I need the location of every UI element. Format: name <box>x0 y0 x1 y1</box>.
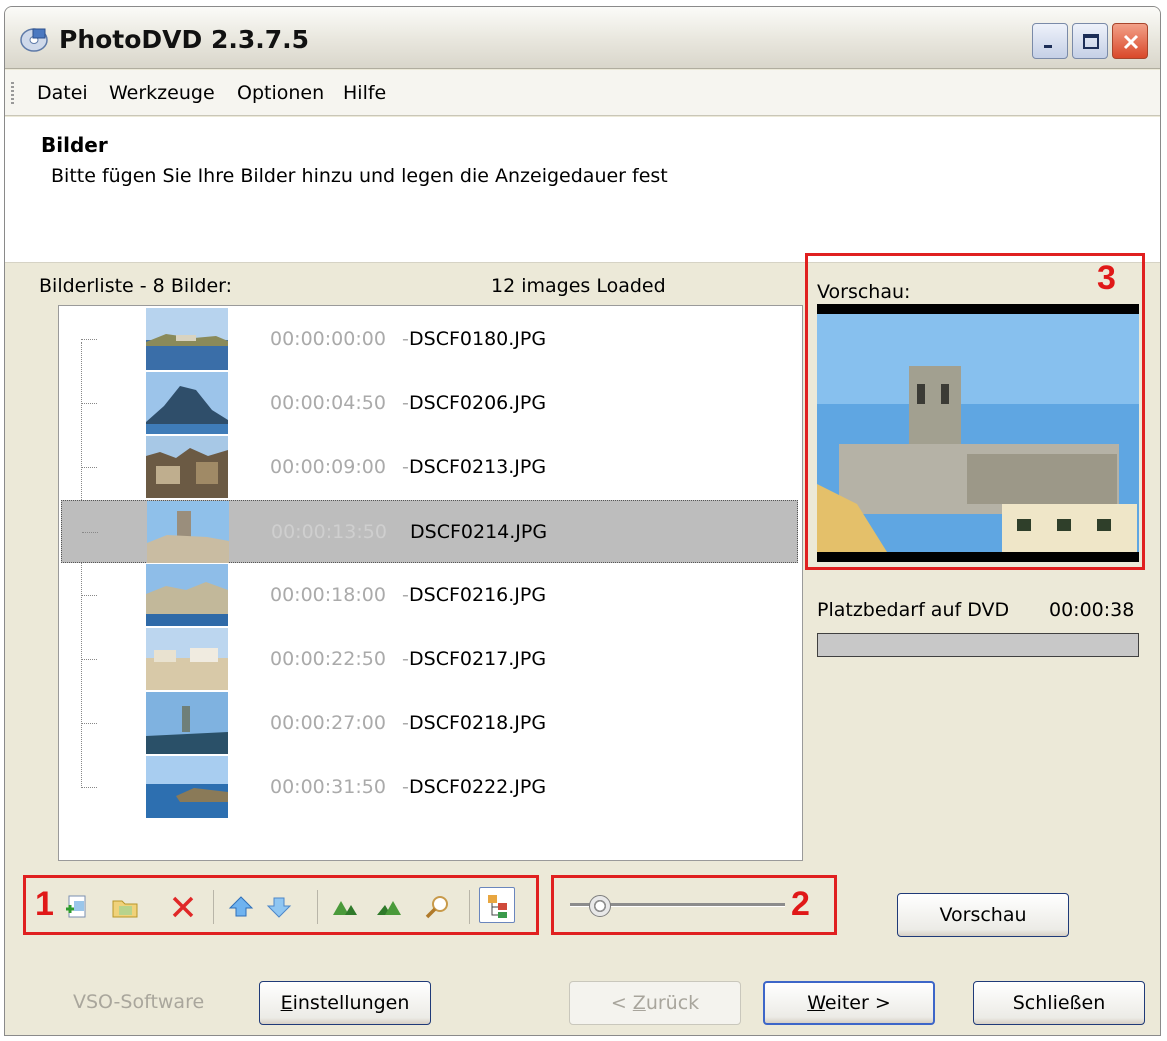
close-icon <box>1123 34 1139 50</box>
move-up-icon[interactable] <box>227 893 255 921</box>
settings-button[interactable]: Einstellungen <box>259 981 431 1025</box>
tree-connector <box>81 659 97 660</box>
toolbar-separator <box>317 890 318 924</box>
annotation-marker-3: 3 <box>1097 259 1116 297</box>
tree-connector <box>81 787 97 788</box>
image-thumbnail <box>146 372 228 434</box>
item-time: 00:00:00:00 <box>270 328 386 350</box>
item-filename: DSCF0206.JPG <box>409 392 547 414</box>
image-list[interactable]: 00:00:00:00 - DSCF0180.JPG 00:00:04:50 -… <box>58 305 803 861</box>
app-dvd-icon <box>20 28 48 52</box>
list-item[interactable]: 00:00:31:50 - DSCF0222.JPG <box>59 756 802 819</box>
list-item[interactable]: 00:00:00:00 - DSCF0180.JPG <box>59 308 802 371</box>
item-time: 00:00:13:50 <box>271 521 387 543</box>
image-thumbnail <box>147 501 229 563</box>
next-button[interactable]: Weiter > <box>763 981 935 1025</box>
space-label: Platzbedarf auf DVD <box>817 599 1010 621</box>
image-thumbnail <box>146 692 228 754</box>
tree-connector <box>81 403 97 404</box>
image-list-label: Bilderliste - 8 Bilder: <box>39 275 233 297</box>
list-item[interactable]: 00:00:09:00 - DSCF0213.JPG <box>59 436 802 499</box>
tree-connector <box>81 339 97 340</box>
minimize-button[interactable] <box>1032 23 1068 59</box>
image-thumbnail <box>146 756 228 818</box>
item-separator: - <box>402 776 409 798</box>
image-thumbnail <box>146 628 228 690</box>
maximize-button[interactable] <box>1072 23 1108 59</box>
preview-image <box>817 304 1139 562</box>
list-item-selected[interactable]: 00:00:13:50 DSCF0214.JPG <box>61 500 798 563</box>
image-thumbnail <box>146 308 228 370</box>
toolbar-separator <box>213 890 214 924</box>
item-filename: DSCF0216.JPG <box>409 584 547 606</box>
menu-grip <box>11 82 14 104</box>
item-time: 00:00:27:00 <box>270 712 386 734</box>
item-filename: DSCF0214.JPG <box>410 521 548 543</box>
tree-view-button[interactable] <box>479 887 515 923</box>
menu-optionen[interactable]: Optionen <box>237 82 324 104</box>
rotate-left-icon[interactable] <box>331 893 359 921</box>
item-time: 00:00:31:50 <box>270 776 386 798</box>
space-progress-bar <box>817 633 1139 657</box>
tree-connector <box>81 723 97 724</box>
item-time: 00:00:09:00 <box>270 456 386 478</box>
item-separator: - <box>402 584 409 606</box>
annotation-marker-1: 1 <box>35 885 54 923</box>
tree-connector <box>81 467 97 468</box>
tree-connector <box>82 532 98 533</box>
list-item[interactable]: 00:00:22:50 - DSCF0217.JPG <box>59 628 802 691</box>
image-thumbnail <box>146 564 228 626</box>
toolbar-separator <box>469 890 470 924</box>
page-title: Bilder <box>41 133 108 157</box>
item-filename: DSCF0222.JPG <box>409 776 547 798</box>
tree-connector <box>81 595 97 596</box>
minimize-icon <box>1044 45 1052 48</box>
add-folder-icon[interactable] <box>111 893 139 921</box>
item-separator: - <box>402 328 409 350</box>
item-time: 00:00:04:50 <box>270 392 386 414</box>
zoom-icon[interactable] <box>423 893 451 921</box>
annotation-marker-2: 2 <box>791 885 810 923</box>
image-thumbnail <box>146 436 228 498</box>
menu-werkzeuge[interactable]: Werkzeuge <box>109 82 215 104</box>
item-filename: DSCF0218.JPG <box>409 712 547 734</box>
wizard-header: Bilder Bitte fügen Sie Ihre Bilder hinzu… <box>5 117 1160 263</box>
item-separator: - <box>402 392 409 414</box>
load-status: 12 images Loaded <box>491 275 666 297</box>
tree-view-icon <box>488 895 507 918</box>
menu-hilfe[interactable]: Hilfe <box>343 82 386 104</box>
item-separator: - <box>402 648 409 670</box>
item-filename: DSCF0217.JPG <box>409 648 547 670</box>
move-down-icon[interactable] <box>265 893 293 921</box>
preview-label: Vorschau: <box>817 281 911 303</box>
title-bar[interactable]: PhotoDVD 2.3.7.5 <box>5 7 1160 69</box>
menu-datei[interactable]: Datei <box>37 82 88 104</box>
list-item[interactable]: 00:00:18:00 - DSCF0216.JPG <box>59 564 802 627</box>
app-window: PhotoDVD 2.3.7.5 Datei Werkzeuge Optione… <box>4 6 1161 1036</box>
page-subtitle: Bitte fügen Sie Ihre Bilder hinzu und le… <box>51 165 668 187</box>
item-time: 00:00:18:00 <box>270 584 386 606</box>
back-button[interactable]: < Zurück <box>569 981 741 1025</box>
delete-icon[interactable] <box>169 893 197 921</box>
close-button[interactable]: Schließen <box>973 981 1145 1025</box>
rotate-right-icon[interactable] <box>375 893 403 921</box>
item-separator: - <box>402 456 409 478</box>
maximize-icon <box>1083 34 1099 49</box>
space-duration: 00:00:38 <box>1049 599 1135 621</box>
preview-button[interactable]: Vorschau <box>897 893 1069 937</box>
item-time: 00:00:22:50 <box>270 648 386 670</box>
menu-bar: Datei Werkzeuge Optionen Hilfe <box>5 70 1160 116</box>
item-separator: - <box>402 712 409 734</box>
window-title: PhotoDVD 2.3.7.5 <box>59 25 310 54</box>
list-item[interactable]: 00:00:04:50 - DSCF0206.JPG <box>59 372 802 435</box>
item-filename: DSCF0213.JPG <box>409 456 547 478</box>
vso-brand: VSO-Software <box>73 991 205 1013</box>
add-image-icon[interactable] <box>63 893 91 921</box>
item-filename: DSCF0180.JPG <box>409 328 547 350</box>
close-window-button[interactable] <box>1112 23 1148 59</box>
list-item[interactable]: 00:00:27:00 - DSCF0218.JPG <box>59 692 802 755</box>
